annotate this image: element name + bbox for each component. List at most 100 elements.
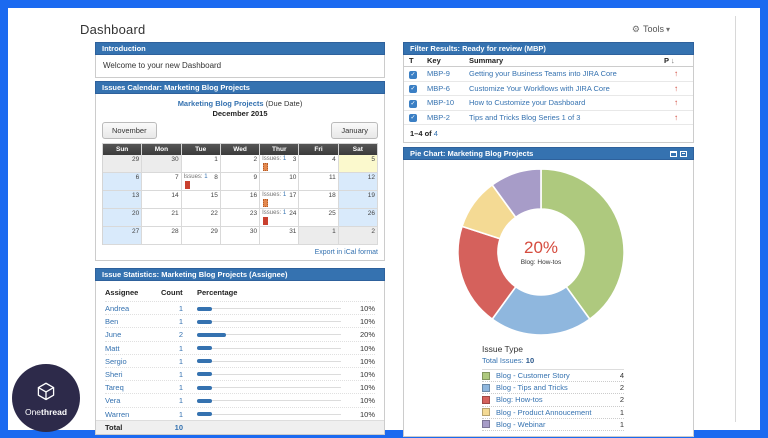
calendar-day-cell[interactable]: 21 — [142, 209, 181, 227]
stats-count[interactable]: 1 — [161, 317, 197, 326]
prev-month-button[interactable]: November — [102, 122, 157, 139]
calendar-day-cell[interactable]: 7 — [142, 173, 181, 191]
filter-row[interactable]: ✓MBP-10How to Customize your Dashboard↑ — [404, 96, 693, 111]
maximize-icon[interactable] — [670, 151, 677, 157]
issues-calendar-panel-header[interactable]: Issues Calendar: Marketing Blog Projects — [95, 81, 385, 94]
assignee-link[interactable]: Ben — [105, 317, 161, 326]
pagination-range: 1–4 of — [410, 129, 434, 138]
assignee-link[interactable]: Warren — [105, 410, 161, 419]
calendar-day-cell[interactable]: 14 — [142, 191, 181, 209]
calendar-day-cell[interactable]: 13 — [103, 191, 142, 209]
calendar-day-cell[interactable]: 15 — [182, 191, 221, 209]
calendar-day-cell[interactable]: 5 — [339, 155, 378, 173]
pagination-total-link[interactable]: 4 — [434, 129, 438, 138]
calendar-day-cell[interactable]: 25 — [299, 209, 338, 227]
filter-results-panel-header[interactable]: Filter Results: Ready for review (MBP) — [403, 42, 694, 55]
stats-count[interactable]: 2 — [161, 330, 197, 339]
calendar-day-cell[interactable]: 17Issues: 1 — [260, 191, 299, 209]
assignee-link[interactable]: Tareq — [105, 383, 161, 392]
filter-row[interactable]: ✓MBP-6Customize Your Workflows with JIRA… — [404, 82, 693, 97]
calendar-day-cell[interactable]: 1 — [182, 155, 221, 173]
calendar-day-cell[interactable]: 19 — [339, 191, 378, 209]
minimize-icon[interactable] — [680, 151, 687, 157]
calendar-day-cell[interactable]: 18 — [299, 191, 338, 209]
calendar-day-cell[interactable]: 11 — [299, 173, 338, 191]
pie-chart-panel-header[interactable]: Pie Chart: Marketing Blog Projects — [403, 147, 694, 160]
calendar-day-cell[interactable]: 24Issues: 1 — [260, 209, 299, 227]
legend-label-link[interactable]: Blog - Product Annoucement — [496, 408, 610, 417]
legend-total[interactable]: Total Issues: 10 — [482, 356, 624, 365]
issue-marker-icon[interactable] — [185, 181, 190, 189]
calendar-issues-link[interactable]: 1 — [283, 210, 286, 216]
calendar-project-link[interactable]: Marketing Blog Projects — [178, 99, 264, 108]
stats-count[interactable]: 1 — [161, 357, 197, 366]
sort-down-icon: ↓ — [671, 56, 675, 65]
assignee-link[interactable]: Sheri — [105, 370, 161, 379]
calendar-day-cell[interactable]: 9 — [221, 173, 260, 191]
issue-key-link[interactable]: MBP-2 — [427, 113, 469, 122]
calendar-day-cell[interactable]: 12 — [339, 173, 378, 191]
calendar-day-cell[interactable]: 30 — [142, 155, 181, 173]
tools-button[interactable]: ⚙Tools▾ — [632, 24, 670, 35]
issue-key-link[interactable]: MBP-9 — [427, 69, 469, 78]
calendar-day-cell[interactable]: 29 — [103, 155, 142, 173]
issue-summary-link[interactable]: Customize Your Workflows with JIRA Core — [469, 84, 664, 93]
stats-count[interactable]: 1 — [161, 304, 197, 313]
calendar-day-cell[interactable]: 2 — [221, 155, 260, 173]
filter-row[interactable]: ✓MBP-2Tips and Tricks Blog Series 1 of 3… — [404, 111, 693, 126]
issue-marker-icon[interactable] — [263, 199, 268, 207]
legend-label-link[interactable]: Blog - Webinar — [496, 420, 610, 429]
calendar-day-cell[interactable]: 29 — [182, 227, 221, 245]
filter-col-key[interactable]: Key — [427, 56, 469, 65]
issue-summary-link[interactable]: How to Customize your Dashboard — [469, 98, 664, 107]
stats-count[interactable]: 1 — [161, 383, 197, 392]
assignee-link[interactable]: Vera — [105, 396, 161, 405]
stats-count[interactable]: 1 — [161, 410, 197, 419]
calendar-day-cell[interactable]: 16 — [221, 191, 260, 209]
calendar-day-cell[interactable]: 20 — [103, 209, 142, 227]
stats-count[interactable]: 1 — [161, 344, 197, 353]
calendar-day-cell[interactable]: 10 — [260, 173, 299, 191]
introduction-panel-header[interactable]: Introduction — [95, 42, 385, 55]
filter-col-summary[interactable]: Summary — [469, 56, 664, 65]
stats-percent: 10% — [343, 344, 375, 353]
legend-label-link[interactable]: Blog: How-tos — [496, 395, 610, 404]
calendar-day-cell[interactable]: 27 — [103, 227, 142, 245]
calendar-day-cell[interactable]: 28 — [142, 227, 181, 245]
issue-summary-link[interactable]: Getting your Business Teams into JIRA Co… — [469, 69, 664, 78]
issue-marker-icon[interactable] — [263, 163, 268, 171]
calendar-day-cell[interactable]: 4 — [299, 155, 338, 173]
assignee-link[interactable]: June — [105, 330, 161, 339]
stats-count[interactable]: 1 — [161, 370, 197, 379]
calendar-day-cell[interactable]: 1 — [299, 227, 338, 245]
legend-label-link[interactable]: Blog - Tips and Tricks — [496, 383, 610, 392]
assignee-link[interactable]: Sergio — [105, 357, 161, 366]
calendar-day-cell[interactable]: 23 — [221, 209, 260, 227]
filter-col-type[interactable]: T — [409, 56, 427, 65]
issue-key-link[interactable]: MBP-6 — [427, 84, 469, 93]
calendar-day-cell[interactable]: 6 — [103, 173, 142, 191]
calendar-issues-link[interactable]: 1 — [204, 174, 207, 180]
calendar-issues-link[interactable]: 1 — [283, 192, 286, 198]
calendar-day-cell[interactable]: 31 — [260, 227, 299, 245]
assignee-link[interactable]: Andrea — [105, 304, 161, 313]
issue-statistics-panel-header[interactable]: Issue Statistics: Marketing Blog Project… — [95, 268, 385, 281]
calendar-day-cell[interactable]: 26 — [339, 209, 378, 227]
filter-row[interactable]: ✓MBP-9Getting your Business Teams into J… — [404, 67, 693, 82]
calendar-day-cell[interactable]: 30 — [221, 227, 260, 245]
issue-summary-link[interactable]: Tips and Tricks Blog Series 1 of 3 — [469, 113, 664, 122]
export-ical-link[interactable]: Export in iCal format — [315, 249, 378, 256]
assignee-link[interactable]: Matt — [105, 344, 161, 353]
issue-marker-icon[interactable] — [263, 217, 268, 225]
page-title: Dashboard — [80, 22, 145, 37]
stats-count[interactable]: 1 — [161, 396, 197, 405]
calendar-day-cell[interactable]: 2 — [339, 227, 378, 245]
issue-key-link[interactable]: MBP-10 — [427, 98, 469, 107]
filter-col-priority[interactable]: P ↓ — [664, 56, 688, 65]
calendar-day-cell[interactable]: 8Issues: 1 — [182, 173, 221, 191]
calendar-issues-link[interactable]: 1 — [283, 156, 286, 162]
calendar-day-cell[interactable]: 22 — [182, 209, 221, 227]
legend-label-link[interactable]: Blog - Customer Story — [496, 371, 610, 380]
calendar-day-cell[interactable]: 3Issues: 1 — [260, 155, 299, 173]
next-month-button[interactable]: January — [331, 122, 378, 139]
